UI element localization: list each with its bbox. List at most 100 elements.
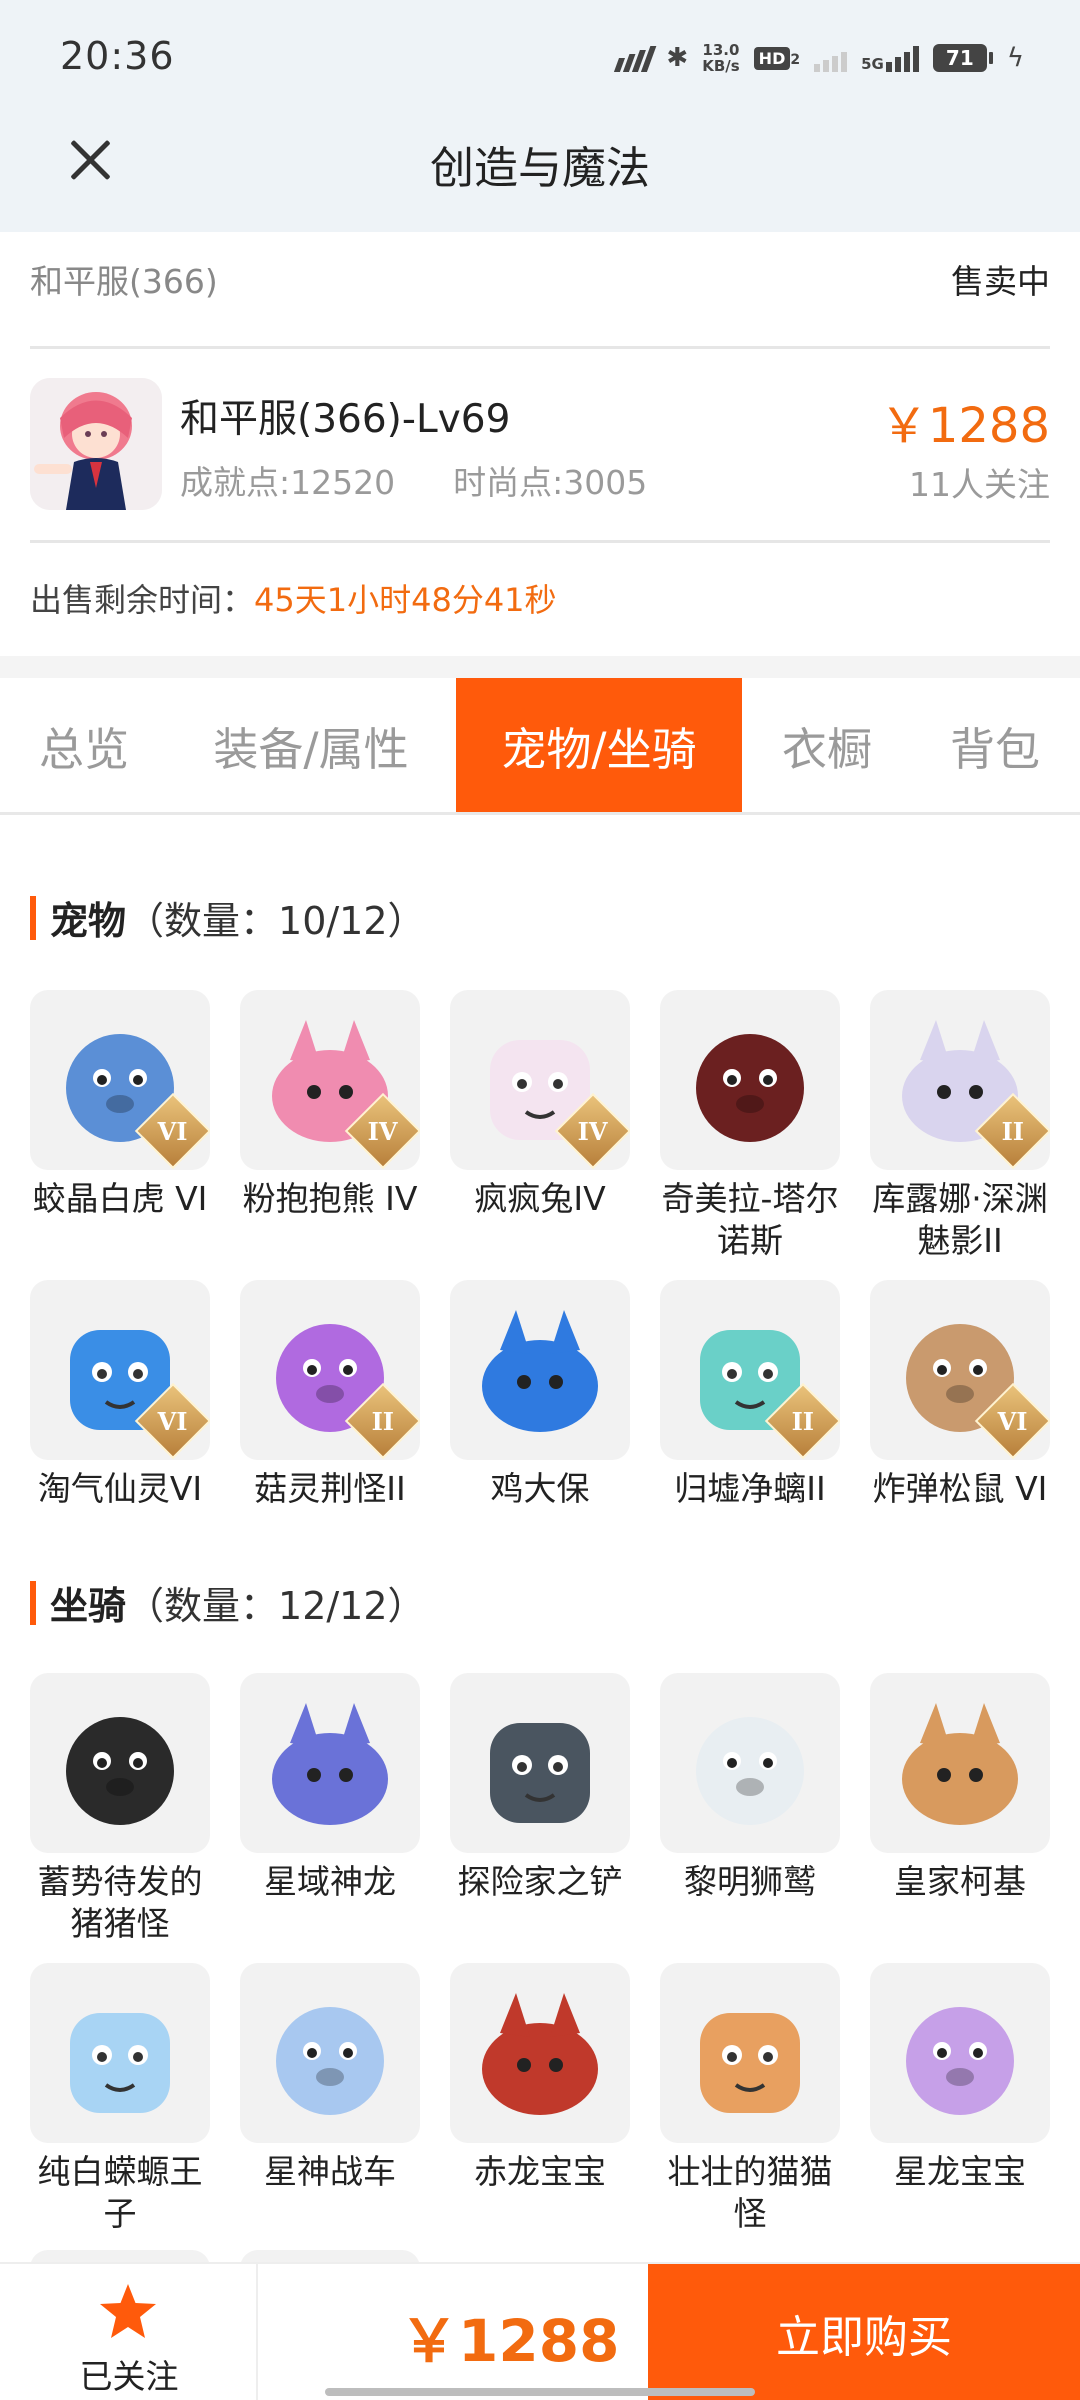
character-row[interactable]: 和平服(366)-Lv69 成就点:12520 时尚点:3005 ￥1288 11…: [30, 378, 1050, 513]
mounts-item[interactable]: 黎明狮鹫: [658, 1673, 842, 1903]
pets-item-label: 菇灵荆怪II: [254, 1469, 406, 1508]
pets-item[interactable]: VI 淘气仙灵VI: [28, 1280, 212, 1510]
mounts-item-label: 蓄势待发的猪猪怪: [37, 1862, 203, 1943]
tab-overview[interactable]: 总览: [0, 678, 168, 812]
bluetooth-icon: ✱: [666, 43, 689, 73]
mounts-item[interactable]: 星神战车: [238, 1963, 422, 2193]
pets-item-label: 库露娜·深渊魅影II: [872, 1179, 1048, 1260]
mounts-item-label: 壮壮的猫猫怪: [667, 2152, 833, 2233]
charging-icon: ϟ: [1006, 43, 1024, 73]
mounts-item[interactable]: 蓄势待发的猪猪怪: [28, 1673, 212, 1945]
mounts-item-label: 赤龙宝宝: [474, 2152, 606, 2191]
axolotl-icon: [30, 1963, 210, 2143]
pink-bear-icon: IV: [240, 990, 420, 1170]
mounts-item[interactable]: 壮壮的猫猫怪: [658, 1963, 842, 2235]
mounts-item-label: 星龙宝宝: [894, 2152, 1026, 2191]
pets-item-label: 奇美拉-塔尔诺斯: [661, 1179, 839, 1260]
follow-label: 已关注: [79, 2357, 179, 2396]
mounts-item-label: 皇家柯基: [894, 1862, 1026, 1901]
griffin-icon: [660, 1673, 840, 1853]
remaining-time: 45天1小时48分41秒: [254, 581, 557, 619]
status-time: 20:36: [60, 34, 175, 78]
mounts-item-label: 星神战车: [264, 2152, 396, 2191]
pets-item-label: 粉抱抱熊 IV: [242, 1179, 418, 1218]
section-marker: [30, 1580, 36, 1625]
pets-item-label: 归墟净螭II: [674, 1469, 826, 1508]
pets-item[interactable]: II 菇灵荆怪II: [238, 1280, 422, 1510]
mounts-item[interactable]: 星域神龙: [238, 1673, 422, 1903]
follower-count: 11人关注: [909, 465, 1050, 504]
pets-count: （数量：10/12）: [126, 899, 426, 943]
tab-equipment[interactable]: 装备/属性: [190, 678, 432, 812]
mounts-item[interactable]: 皇家柯基: [868, 1673, 1052, 1903]
star-icon: [100, 2284, 156, 2338]
hd-icon: HD 2: [753, 46, 800, 70]
blue-chicken-icon: [450, 1280, 630, 1460]
server-name: 和平服(366): [30, 262, 218, 301]
character-stats: 成就点:12520 时尚点:3005: [180, 456, 647, 504]
mounts-item[interactable]: 星龙宝宝: [868, 1963, 1052, 2193]
follow-button[interactable]: 已关注: [0, 2264, 258, 2400]
character-name: 和平服(366)-Lv69: [180, 397, 511, 442]
red-dragon-icon: [450, 1963, 630, 2143]
pets-item[interactable]: IV 粉抱抱熊 IV: [238, 990, 422, 1220]
pets-item[interactable]: 鸡大保: [448, 1280, 632, 1510]
pets-item[interactable]: IV 疯疯兔IV: [448, 990, 632, 1220]
blue-dog-icon: VI: [30, 1280, 210, 1460]
mounts-title: 坐骑: [50, 1584, 127, 1628]
mounts-item-label: 纯白蝾螈王子: [37, 2152, 203, 2233]
pets-item[interactable]: II 归墟净螭II: [658, 1280, 842, 1510]
network-speed: 13.0 KB/s: [702, 41, 740, 75]
remaining-label: 出售剩余时间：: [30, 581, 255, 619]
baby-star-dragon-icon: [870, 1963, 1050, 2143]
pets-title: 宠物: [50, 899, 127, 943]
signal-icon: [614, 44, 657, 72]
battery-icon: 71: [932, 44, 993, 72]
cat-icon: [660, 1963, 840, 2143]
black-pig-icon: [30, 1673, 210, 1853]
listing-price: ￥1288: [879, 398, 1050, 454]
achievement-points: 成就点:12520: [180, 463, 396, 502]
tab-bar: 总览 装备/属性 宠物/坐骑 衣橱 背包: [0, 678, 1080, 815]
divider: [30, 540, 1050, 543]
pets-item[interactable]: VI 炸弹松鼠 VI: [868, 1280, 1052, 1510]
white-tiger-icon: VI: [30, 990, 210, 1170]
kuluna-icon: II: [870, 990, 1050, 1170]
pets-item-label: 疯疯兔IV: [474, 1179, 606, 1218]
server-row: 和平服(366) 售卖中: [30, 255, 1050, 305]
pets-item[interactable]: VI 蛟晶白虎 VI: [28, 990, 212, 1220]
star-dragon-icon: [240, 1673, 420, 1853]
chariot-horse-icon: [240, 1963, 420, 2143]
mounts-item[interactable]: 探险家之铲: [448, 1673, 632, 1903]
pets-item[interactable]: 奇美拉-塔尔诺斯: [658, 990, 842, 1262]
tab-wardrobe[interactable]: 衣橱: [762, 678, 892, 812]
top-area: 20:36 ✱ 13.0 KB/s HD 2 5G 71 ϟ 创造与魔法: [0, 0, 1080, 232]
remaining-time-row: 出售剩余时间：45天1小时48分41秒: [30, 575, 557, 621]
5g-signal-icon: 5G: [861, 44, 919, 72]
mounts-item-label: 黎明狮鹫: [684, 1862, 816, 1901]
sale-status: 售卖中: [951, 262, 1050, 301]
jade-dragon-icon: II: [660, 1280, 840, 1460]
rabbit-icon: IV: [450, 990, 630, 1170]
tab-backpack[interactable]: 背包: [930, 678, 1060, 812]
status-icons: ✱ 13.0 KB/s HD 2 5G 71 ϟ: [614, 38, 1024, 78]
pets-item-label: 淘气仙灵VI: [37, 1469, 203, 1508]
pets-item-label: 鸡大保: [490, 1469, 590, 1508]
pets-item-label: 炸弹松鼠 VI: [872, 1469, 1048, 1508]
buy-now-button[interactable]: 立即购买: [648, 2264, 1080, 2400]
mounts-item-label: 探险家之铲: [457, 1862, 623, 1901]
pets-item[interactable]: II 库露娜·深渊魅影II: [868, 990, 1052, 1262]
mounts-item[interactable]: 赤龙宝宝: [448, 1963, 632, 2193]
avatar: [30, 378, 162, 510]
bottom-price: ￥1288: [400, 2307, 620, 2375]
bomb-squirrel-icon: VI: [870, 1280, 1050, 1460]
mounts-item[interactable]: 纯白蝾螈王子: [28, 1963, 212, 2235]
tab-pets-mounts[interactable]: 宠物/坐骑: [456, 678, 742, 812]
chimera-icon: [660, 990, 840, 1170]
pets-section-title: 宠物 （数量：10/12）: [30, 890, 426, 945]
shovel-icon: [450, 1673, 630, 1853]
mounts-count: （数量：12/12）: [126, 1584, 426, 1628]
mounts-item-label: 星域神龙: [264, 1862, 396, 1901]
divider: [30, 346, 1050, 349]
fashion-points: 时尚点:3005: [453, 463, 648, 502]
